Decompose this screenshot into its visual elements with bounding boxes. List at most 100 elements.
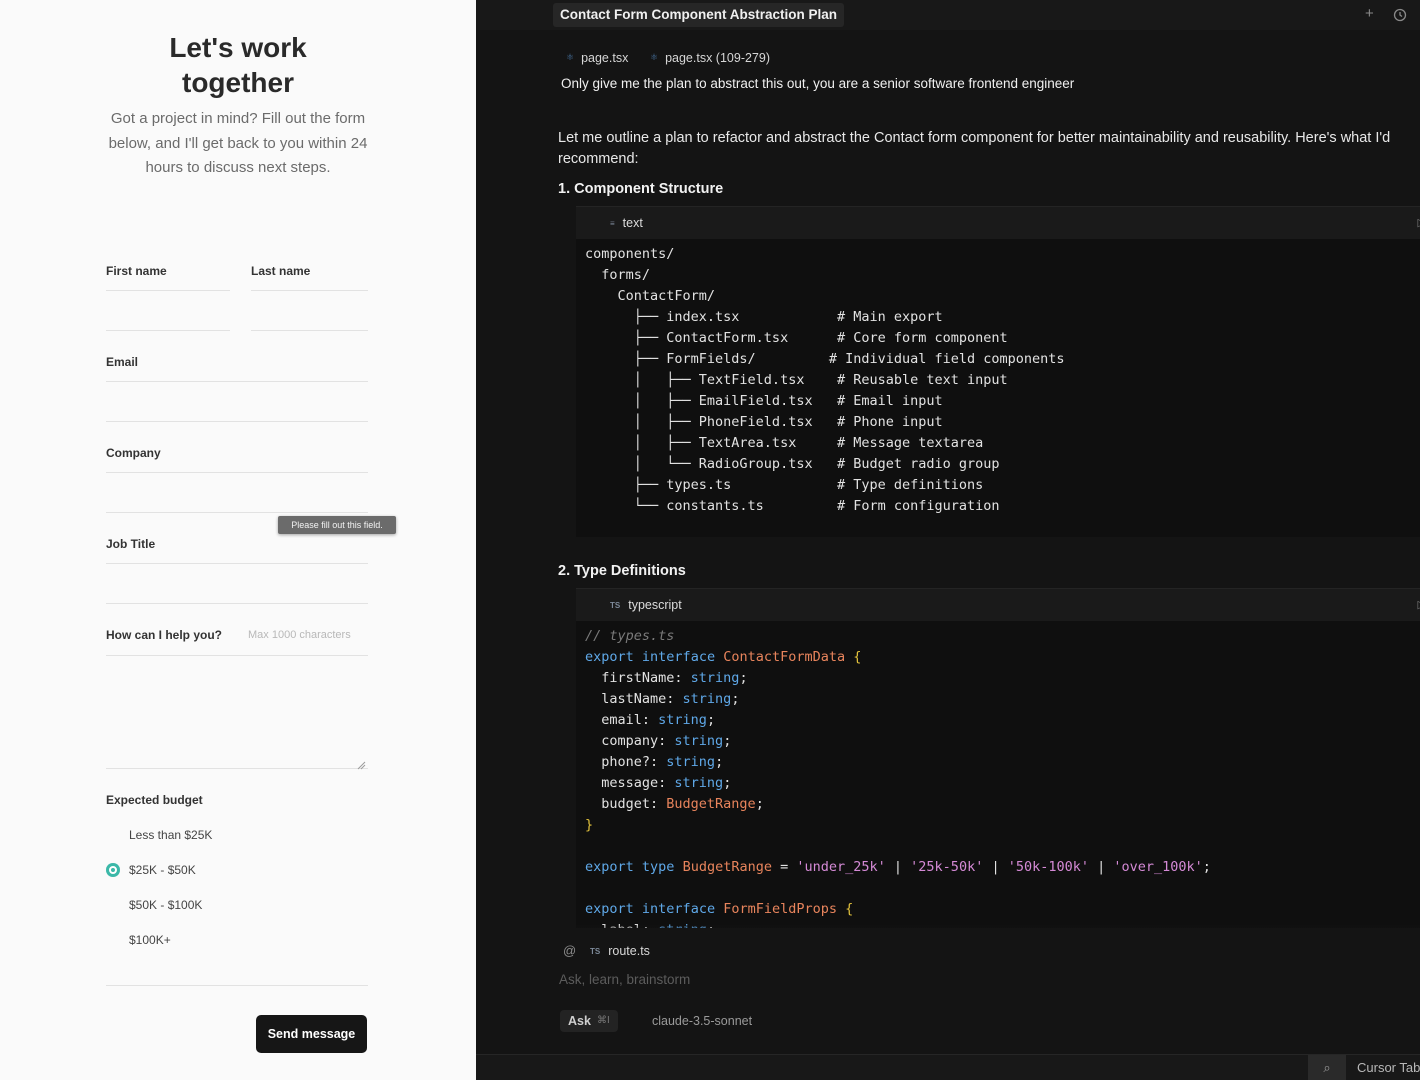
mode-selector[interactable]: Ask ⌘I	[560, 1010, 618, 1032]
code-line: budget: BudgetRange;	[585, 796, 764, 812]
code-language-label: typescript	[628, 598, 682, 612]
form-title: Let's work together	[169, 32, 307, 98]
react-file-icon: ⚛	[566, 52, 575, 62]
radio-unchecked-icon[interactable]	[106, 898, 120, 912]
job-title-label: Job Title	[106, 537, 156, 551]
budget-option-label: $50K - $100K	[129, 898, 203, 912]
send-message-button[interactable]: Send message	[256, 1015, 367, 1053]
email-field-divider	[106, 381, 368, 382]
model-selector[interactable]: claude-3.5-sonnet	[652, 1014, 752, 1028]
help-label: How can I help you?	[106, 628, 223, 642]
company-field-divider	[106, 472, 368, 473]
code-line: ContactForm/	[585, 288, 716, 304]
history-icon[interactable]	[1393, 8, 1407, 22]
code-line: ├── ContactForm.tsx # Core form componen…	[585, 330, 1008, 346]
code-line: lastName: string;	[585, 691, 740, 707]
code-line: phone?: string;	[585, 754, 724, 770]
typescript-icon: TS	[610, 600, 621, 610]
code-block-header: ≡ text ▷	[576, 207, 1420, 239]
react-file-icon: ⚛	[650, 52, 659, 62]
context-file-name: page.tsx	[581, 50, 629, 65]
section-heading: 2. Type Definitions	[558, 563, 686, 579]
attached-file-name: route.ts	[608, 944, 650, 958]
form-subtitle: Got a project in mind? Fill out the form…	[108, 110, 368, 176]
company-input[interactable]	[106, 512, 368, 513]
budget-option-50k-100k[interactable]: $50K - $100K	[106, 896, 202, 914]
context-file-chip[interactable]: ⚛ page.tsx (109-279)	[650, 49, 770, 66]
mode-label: Ask	[568, 1014, 591, 1028]
budget-option-25k-50k[interactable]: $25K - $50K	[106, 861, 196, 879]
budget-option-label: $25K - $50K	[129, 863, 196, 877]
radio-unchecked-icon[interactable]	[106, 828, 120, 842]
mention-icon[interactable]: @	[563, 943, 576, 958]
first-name-input[interactable]	[106, 330, 230, 331]
first-name-field-divider	[106, 290, 230, 291]
code-language: TS typescript	[610, 598, 682, 612]
chat-panel: Contact Form Component Abstraction Plan …	[476, 0, 1420, 1080]
code-line: export interface FormFieldProps {	[585, 901, 854, 917]
code-line: │ ├── TextField.tsx # Reusable text inpu…	[585, 372, 1008, 388]
contact-form-page: Let's work together Got a project in min…	[0, 0, 476, 1080]
email-input[interactable]	[106, 421, 368, 422]
job-title-field-divider	[106, 563, 368, 564]
email-label: Email	[106, 355, 139, 369]
radio-unchecked-icon[interactable]	[106, 933, 120, 947]
scroll-fade	[476, 924, 1420, 936]
chat-tab-title[interactable]: Contact Form Component Abstraction Plan	[553, 3, 845, 27]
code-line: // types.ts	[585, 628, 675, 644]
budget-option-label: Less than $25K	[129, 828, 213, 842]
code-line: ├── index.tsx # Main export	[585, 309, 943, 325]
first-name-label: First name	[106, 264, 167, 278]
help-textarea[interactable]	[106, 768, 368, 769]
validation-tooltip: Please fill out this field.	[278, 516, 396, 534]
code-line: │ └── RadioGroup.tsx # Budget radio grou…	[585, 456, 1000, 472]
code-line: message: string;	[585, 775, 732, 791]
code-line: ├── FormFields/ # Individual field compo…	[585, 351, 1065, 367]
code-line: firstName: string;	[585, 670, 748, 686]
attached-file-chip[interactable]: TS route.ts	[590, 944, 650, 958]
context-file-name: page.tsx (109-279)	[665, 50, 771, 65]
job-title-input[interactable]	[106, 603, 368, 604]
code-line: components/	[585, 246, 675, 262]
status-bar: ⌕ Cursor Tab	[476, 1054, 1420, 1080]
chat-input[interactable]: Ask, learn, brainstorm	[559, 972, 690, 987]
code-line: │ ├── TextArea.tsx # Message textarea	[585, 435, 984, 451]
budget-option-label: $100K+	[129, 933, 171, 947]
code-language: ≡ text	[610, 216, 643, 230]
budget-option-100k-plus[interactable]: $100K+	[106, 931, 171, 949]
typescript-icon: TS	[590, 946, 601, 956]
last-name-field-divider	[251, 290, 368, 291]
context-file-chip[interactable]: ⚛ page.tsx	[566, 49, 628, 66]
assistant-intro: Let me outline a plan to refactor and ab…	[558, 130, 1391, 167]
code-line: email: string;	[585, 712, 716, 728]
chat-topbar: Contact Form Component Abstraction Plan …	[476, 0, 1420, 30]
code-line: │ ├── PhoneField.tsx # Phone input	[585, 414, 943, 430]
last-name-input[interactable]	[251, 330, 368, 331]
plus-icon[interactable]: +	[1365, 5, 1374, 22]
mode-shortcut: ⌘I	[596, 1015, 610, 1026]
code-line: export type BudgetRange = 'under_25k' | …	[585, 859, 1211, 875]
code-line: └── constants.ts # Form configuration	[585, 498, 1000, 514]
code-line: forms/	[585, 267, 651, 283]
user-message: Only give me the plan to abstract this o…	[561, 76, 1075, 91]
code-line: export interface ContactFormData {	[585, 649, 862, 665]
help-placeholder: Max 1000 characters	[248, 629, 351, 641]
last-name-label: Last name	[251, 264, 311, 278]
text-file-icon: ≡	[610, 218, 615, 228]
budget-label: Expected budget	[106, 793, 203, 807]
budget-option-under-25k[interactable]: Less than $25K	[106, 826, 212, 844]
help-field-divider	[106, 655, 368, 656]
code-line: company: string;	[585, 733, 732, 749]
code-language-label: text	[622, 216, 643, 230]
code-line: ├── types.ts # Type definitions	[585, 477, 984, 493]
radio-checked-icon[interactable]	[106, 863, 120, 877]
section-heading: 1. Component Structure	[558, 181, 724, 197]
code-line: }	[585, 817, 594, 833]
code-line: │ ├── EmailField.tsx # Email input	[585, 393, 943, 409]
resize-grip-icon[interactable]	[356, 760, 366, 770]
code-block-header: TS typescript ▷	[576, 589, 1420, 621]
form-divider	[106, 985, 368, 986]
zoom-icon[interactable]: ⌕	[1308, 1055, 1346, 1080]
chat-input-area: @ TS route.ts Ask, learn, brainstorm Ask…	[476, 936, 1420, 1056]
cursor-tab-status[interactable]: Cursor Tab	[1357, 1060, 1420, 1075]
